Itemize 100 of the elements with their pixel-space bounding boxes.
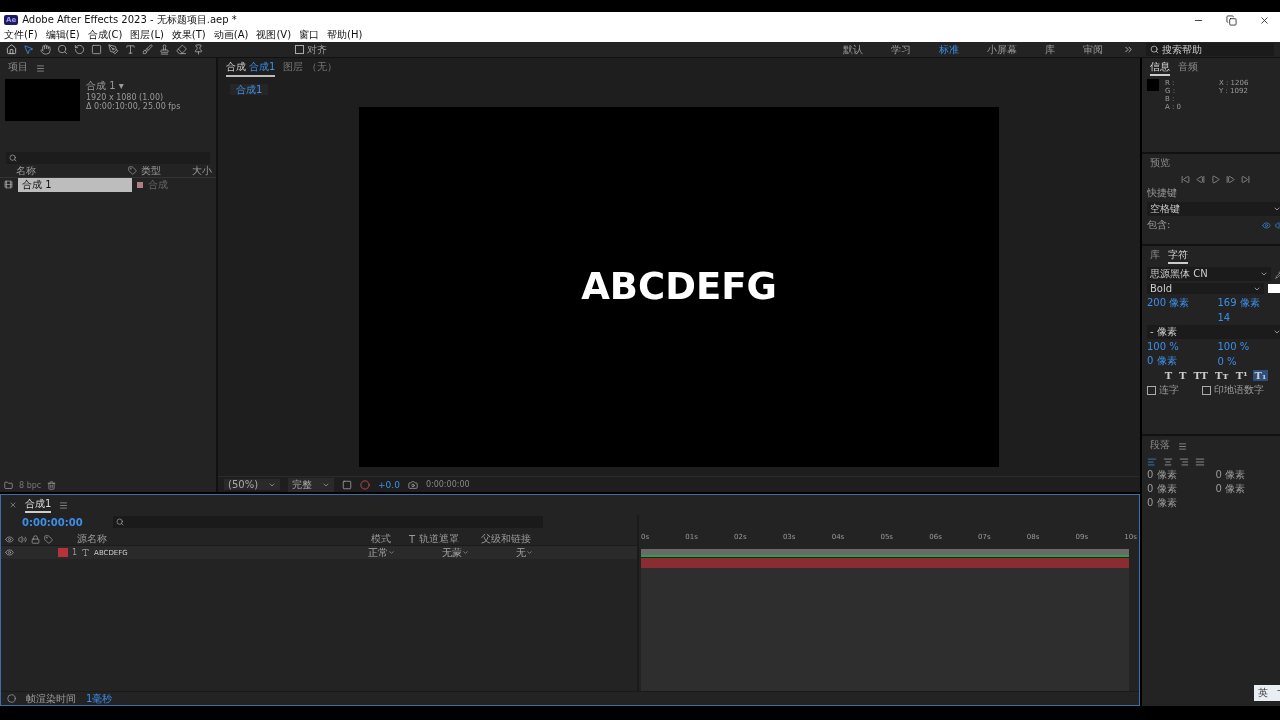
ime-indicator[interactable]: 英 — [1254, 685, 1280, 701]
justify-icon[interactable] — [1195, 457, 1205, 467]
horizontal-scale-value[interactable]: 100 % — [1217, 341, 1280, 352]
lock-icon[interactable] — [31, 534, 40, 544]
workspace-tab[interactable]: 小屏幕 — [973, 42, 1031, 57]
workspace-tab[interactable]: 默认 — [829, 42, 877, 57]
indent-value[interactable]: 0 像素 — [1147, 468, 1216, 482]
eye-icon[interactable] — [5, 548, 14, 557]
rotate-icon[interactable] — [74, 44, 85, 55]
indent-value[interactable]: 0 像素 — [1215, 468, 1280, 482]
align-left-icon[interactable] — [1147, 457, 1157, 467]
layer-search-field[interactable] — [112, 516, 543, 528]
mode-dropdown[interactable]: 正常 — [368, 545, 419, 560]
eye-icon[interactable] — [5, 534, 14, 544]
indent-value[interactable]: 0 像素 — [1147, 482, 1216, 496]
eraser-icon[interactable] — [176, 44, 187, 55]
pin-icon[interactable] — [193, 44, 204, 55]
stroke-width-dropdown[interactable]: - 像素 — [1147, 325, 1280, 339]
font-dropdown[interactable]: 思源黑体 CN — [1147, 267, 1271, 281]
panel-tab[interactable]: 字符 — [1168, 248, 1188, 264]
indent-value[interactable]: 0 像素 — [1215, 482, 1280, 496]
menu-item[interactable]: 文件(F) — [4, 28, 38, 42]
current-timecode[interactable]: 0:00:00:00 — [6, 516, 83, 528]
menu-item[interactable]: 窗口 — [299, 28, 320, 42]
font-style-dropdown[interactable]: Bold — [1147, 283, 1264, 294]
menu-item[interactable]: 效果(T) — [171, 28, 206, 42]
menu-icon[interactable] — [36, 63, 45, 73]
menu-item[interactable]: 视图(V) — [256, 28, 292, 42]
audio-icon[interactable] — [18, 534, 27, 544]
restore-icon[interactable] — [1226, 14, 1237, 26]
snap-checkbox[interactable] — [295, 45, 304, 54]
label-icon[interactable] — [44, 534, 53, 544]
text-style-button[interactable]: Tт — [1213, 370, 1231, 381]
align-center-icon[interactable] — [1163, 457, 1173, 467]
close-icon[interactable] — [1259, 14, 1270, 26]
vertical-scale-value[interactable]: 100 % — [1147, 341, 1214, 352]
project-search-field[interactable] — [6, 152, 210, 164]
text-style-button[interactable]: TT — [1191, 370, 1211, 381]
matte-dropdown[interactable]: 无蒙 — [442, 545, 513, 560]
hand-icon[interactable] — [40, 44, 51, 55]
home-icon[interactable] — [6, 44, 17, 55]
menu-item[interactable]: 图层(L) — [130, 28, 164, 42]
trash-icon[interactable] — [47, 480, 57, 490]
grid-icon[interactable] — [342, 479, 353, 490]
panel-tab[interactable]: 音频 — [1178, 60, 1198, 76]
layer-color[interactable] — [58, 548, 68, 557]
text-style-button[interactable]: T₁ — [1252, 370, 1269, 381]
text-layer-icon[interactable] — [81, 548, 91, 557]
overflow-icon[interactable] — [1123, 44, 1134, 55]
parent-dropdown[interactable]: 无 — [516, 545, 607, 560]
stamp-icon[interactable] — [159, 44, 170, 55]
viewer-tab[interactable]: 图层 （无） — [283, 59, 337, 77]
panel-tab[interactable]: 信息 — [1150, 60, 1170, 76]
canvas-text: ABCDEFG — [581, 265, 777, 308]
text-style-button[interactable]: T — [1162, 370, 1175, 381]
menu-icon[interactable] — [59, 500, 69, 510]
text-style-button[interactable]: T¹ — [1233, 370, 1250, 381]
viewer-tab[interactable]: 合成 合成1 — [226, 59, 276, 77]
label-icon[interactable] — [128, 166, 137, 175]
workspace-tab[interactable]: 标准 — [925, 42, 973, 57]
workspace-tab[interactable]: 学习 — [877, 42, 925, 57]
quality-dropdown[interactable]: 完整 — [288, 477, 335, 492]
zoom-dropdown[interactable]: (50%) — [224, 479, 281, 490]
font-size-value[interactable]: 200 像素 — [1147, 296, 1214, 310]
type-icon[interactable] — [125, 44, 136, 55]
next-frame-icon[interactable] — [1226, 175, 1235, 184]
menu-item[interactable]: 合成(C) — [87, 28, 123, 42]
menu-item[interactable]: 帮助(H) — [327, 28, 363, 42]
play-icon[interactable] — [1211, 175, 1220, 184]
shortcut-dropdown[interactable]: 空格键 — [1147, 202, 1280, 216]
help-search-field[interactable]: 搜索帮助 — [1146, 43, 1274, 56]
menu-item[interactable]: 动画(A) — [213, 28, 249, 42]
menu-item[interactable]: 编辑(E) — [45, 28, 80, 42]
last-frame-icon[interactable] — [1241, 175, 1250, 184]
workspace-tab[interactable]: 审阅 — [1069, 42, 1117, 57]
pointer-icon[interactable] — [23, 44, 34, 55]
tsume-value[interactable]: 0 % — [1217, 355, 1280, 367]
brush-icon[interactable] — [142, 44, 153, 55]
panel-tab[interactable]: 库 — [1150, 248, 1160, 264]
eye-icon[interactable] — [1262, 220, 1271, 230]
zoom-icon[interactable] — [57, 44, 68, 55]
pen-icon[interactable] — [108, 44, 119, 55]
rectangle-icon[interactable] — [91, 44, 102, 55]
menu-icon[interactable] — [1178, 441, 1187, 451]
fill-color-swatch[interactable] — [1268, 284, 1280, 293]
panel-title: 预览 — [1150, 156, 1170, 170]
camera-icon[interactable] — [407, 479, 418, 490]
text-style-button[interactable]: T — [1177, 370, 1189, 381]
first-frame-icon[interactable] — [1181, 175, 1190, 184]
folder-icon[interactable] — [4, 480, 13, 490]
align-right-icon[interactable] — [1179, 457, 1189, 467]
workspace-tab[interactable]: 库 — [1031, 42, 1069, 57]
indent-value[interactable]: 0 像素 — [1147, 496, 1216, 510]
baseline-shift-value[interactable]: 0 像素 — [1147, 354, 1214, 368]
leading-value[interactable]: 169 像素 — [1217, 296, 1280, 310]
option-checkbox[interactable] — [1147, 385, 1156, 395]
comp-breadcrumb[interactable]: 合成1 — [230, 84, 269, 95]
option-checkbox[interactable] — [1202, 385, 1211, 395]
tracking-value[interactable]: 14 — [1217, 312, 1280, 323]
previous-frame-icon[interactable] — [1196, 175, 1205, 184]
